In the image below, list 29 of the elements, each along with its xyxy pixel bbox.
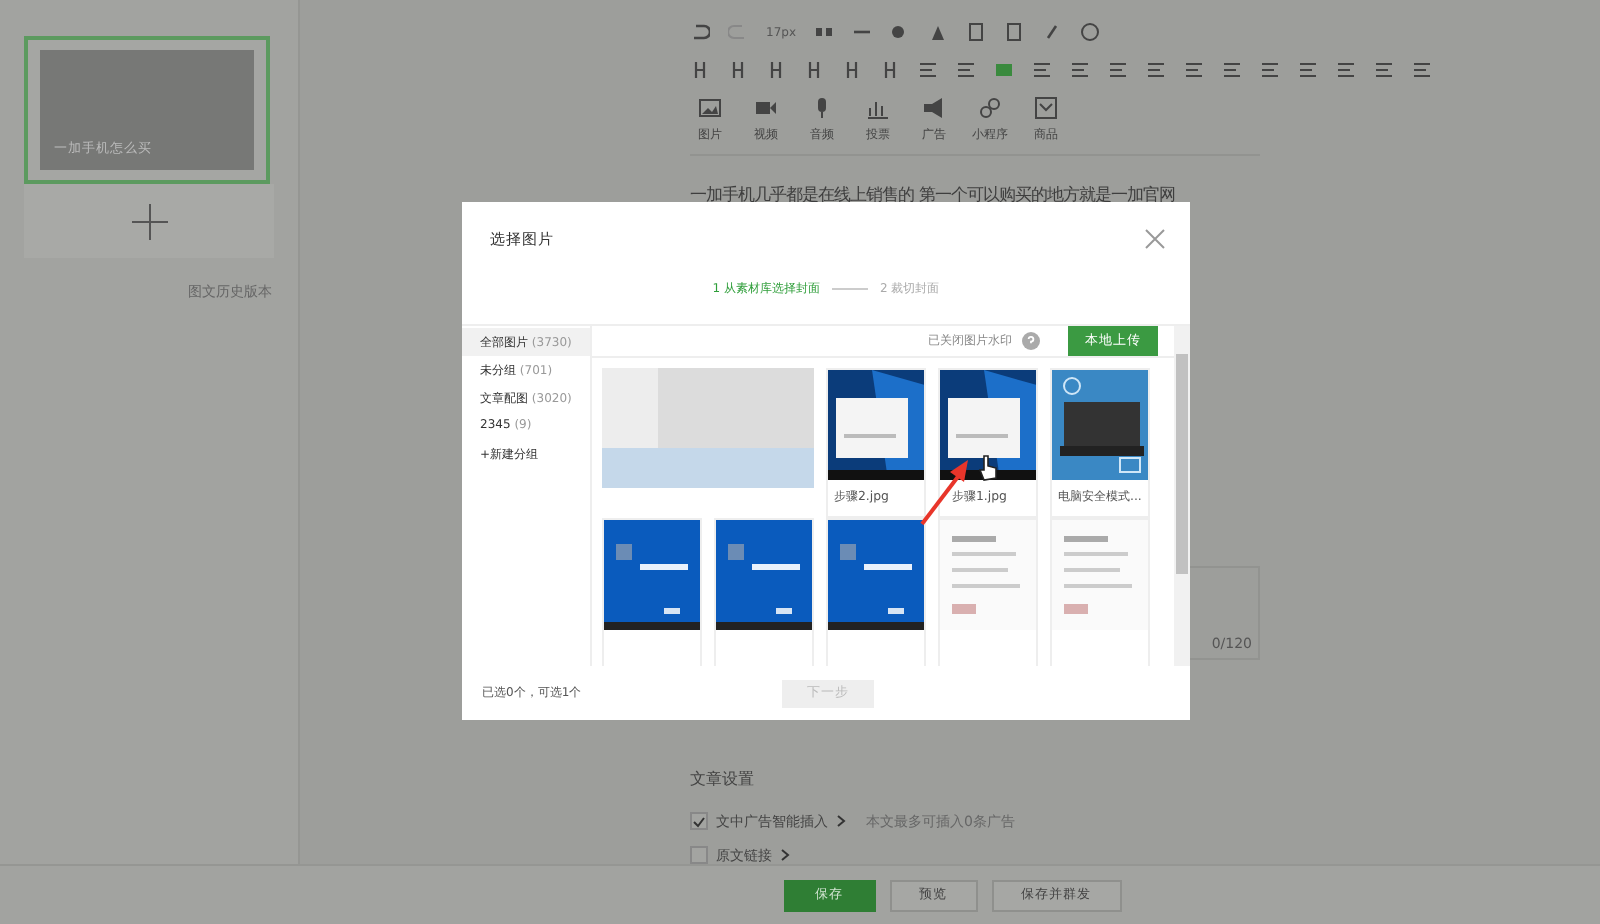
text-format-icon[interactable] — [804, 60, 824, 80]
checkbox[interactable] — [690, 846, 708, 864]
quote-icon[interactable] — [814, 22, 834, 42]
bar-chart-icon[interactable] — [866, 96, 890, 120]
text-format-icon[interactable] — [728, 60, 748, 80]
undo-icon[interactable] — [690, 22, 710, 42]
hand-cursor-icon — [978, 454, 998, 482]
image-tile[interactable] — [602, 518, 702, 666]
chevron-icon[interactable] — [780, 848, 790, 862]
article-text: 一加手机几乎都是在线上销售的 第一个可以购买的地方就是一加官网 — [690, 184, 1178, 206]
image-icon[interactable] — [698, 96, 722, 120]
image-tile[interactable] — [714, 518, 814, 666]
image-tile[interactable] — [826, 518, 926, 666]
plus-icon[interactable] — [131, 203, 167, 239]
section-title: 文章设置 — [690, 768, 756, 790]
help-icon[interactable] — [1022, 332, 1040, 350]
megaphone-icon[interactable] — [922, 96, 946, 120]
video-camera-icon[interactable] — [754, 96, 778, 120]
text-format-icon[interactable] — [842, 60, 862, 80]
text-format-icon[interactable] — [766, 60, 786, 80]
link-rings-icon[interactable] — [978, 96, 1002, 120]
close-icon[interactable] — [1144, 228, 1166, 250]
text-format-icon[interactable] — [690, 60, 710, 80]
scrollbar[interactable] — [1174, 326, 1190, 666]
image-tile[interactable] — [1050, 518, 1150, 666]
checkbox[interactable] — [690, 812, 708, 830]
image-tile[interactable] — [938, 518, 1038, 666]
chevron-icon[interactable] — [836, 814, 846, 828]
text-format-icon[interactable] — [880, 60, 900, 80]
